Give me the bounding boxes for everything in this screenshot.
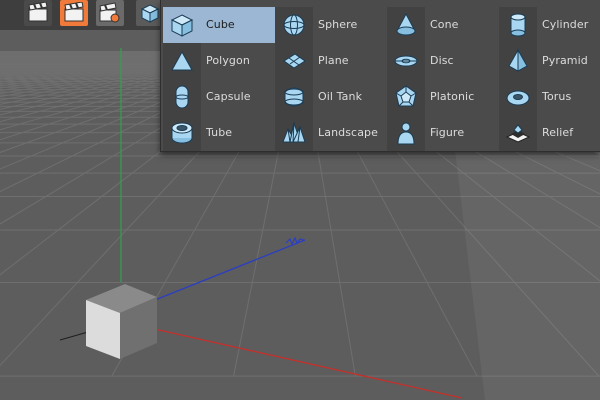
menu-item-icon [387, 79, 425, 115]
menu-item-label: Tube [206, 126, 233, 139]
menu-column: Cube Polygon Capsule Tube [163, 7, 275, 151]
relief-icon [505, 124, 531, 143]
render-active-view-button[interactable] [24, 0, 52, 26]
x-axis-line [149, 327, 463, 399]
menu-item-label: Polygon [206, 54, 250, 67]
cube-object [86, 284, 157, 359]
polygon-icon [171, 50, 193, 71]
menu-item-label: Oil Tank [318, 90, 363, 103]
menu-column: Cone Disc Platonic Figure [387, 7, 499, 151]
z-axis-line [154, 239, 306, 301]
menu-item-figure[interactable]: Figure [387, 115, 499, 151]
menu-item-cone[interactable]: Cone [387, 7, 499, 43]
menu-item-landscape[interactable]: Landscape [275, 115, 387, 151]
figure-icon [397, 122, 415, 145]
pyramid-icon [508, 48, 528, 72]
menu-item-icon [499, 115, 537, 151]
disc-icon [394, 55, 418, 67]
sphere-icon [283, 14, 305, 36]
menu-item-torus[interactable]: Torus [499, 79, 600, 115]
plane-icon [283, 53, 306, 69]
menu-item-cylinder[interactable]: Cylinder [499, 7, 600, 43]
menu-item-icon [499, 79, 537, 115]
torus-icon [506, 90, 530, 106]
cone-icon [396, 12, 416, 36]
platonic-icon [395, 85, 417, 107]
menu-item-icon [163, 115, 201, 151]
menu-item-label: Cone [430, 18, 459, 31]
render-view-icon [64, 2, 84, 22]
menu-item-plane[interactable]: Plane [275, 43, 387, 79]
light-band [455, 150, 600, 400]
cube-object-icon [140, 4, 160, 23]
menu-item-sphere[interactable]: Sphere [275, 7, 387, 43]
menu-item-label: Figure [430, 126, 465, 139]
menu-item-label: Relief [542, 126, 574, 139]
menu-item-label: Pyramid [542, 54, 588, 67]
menu-item-icon [387, 43, 425, 79]
render-to-picture-viewer-button[interactable] [60, 0, 88, 26]
menu-item-disc[interactable]: Disc [387, 43, 499, 79]
capsule-icon [175, 85, 189, 109]
cylinder-icon [510, 13, 526, 37]
menu-item-icon [387, 115, 425, 151]
menu-item-icon [275, 79, 313, 115]
menu-item-icon [499, 43, 537, 79]
menu-column: Cylinder Pyramid Torus Relief [499, 7, 600, 151]
render-settings-icon [99, 2, 120, 23]
menu-item-polygon[interactable]: Polygon [163, 43, 275, 79]
menu-item-label: Torus [542, 90, 572, 103]
menu-column: Sphere Plane Oil Tank Landscape [275, 7, 387, 151]
menu-item-icon [499, 7, 537, 43]
menu-item-label: Cube [206, 18, 235, 31]
menu-item-icon [275, 43, 313, 79]
menu-item-icon [387, 7, 425, 43]
menu-item-label: Sphere [318, 18, 358, 31]
menu-item-platonic[interactable]: Platonic [387, 79, 499, 115]
menu-item-icon [163, 7, 201, 43]
menu-item-label: Landscape [318, 126, 378, 139]
cube-icon [170, 14, 194, 37]
menu-item-relief[interactable]: Relief [499, 115, 600, 151]
menu-item-icon [275, 7, 313, 43]
menu-item-icon [275, 115, 313, 151]
object-primitives-menu: Cube Polygon Capsule Tube Sphere Plane Oil Tan… [160, 0, 600, 152]
tube-icon [171, 122, 193, 144]
menu-item-label: Platonic [430, 90, 475, 103]
menu-item-capsule[interactable]: Capsule [163, 79, 275, 115]
menu-item-label: Disc [430, 54, 454, 67]
menu-item-cube[interactable]: Cube [163, 7, 275, 43]
landscape-icon [282, 121, 306, 143]
menu-item-label: Plane [318, 54, 349, 67]
menu-item-oil-tank[interactable]: Oil Tank [275, 79, 387, 115]
clapboard-icon [28, 2, 48, 22]
menu-item-icon [163, 79, 201, 115]
menu-item-icon [163, 43, 201, 79]
menu-item-label: Cylinder [542, 18, 589, 31]
menu-item-pyramid[interactable]: Pyramid [499, 43, 600, 79]
edit-render-settings-button[interactable] [96, 0, 124, 26]
oil-tank-icon [284, 87, 304, 107]
menu-item-label: Capsule [206, 90, 251, 103]
menu-item-tube[interactable]: Tube [163, 115, 275, 151]
